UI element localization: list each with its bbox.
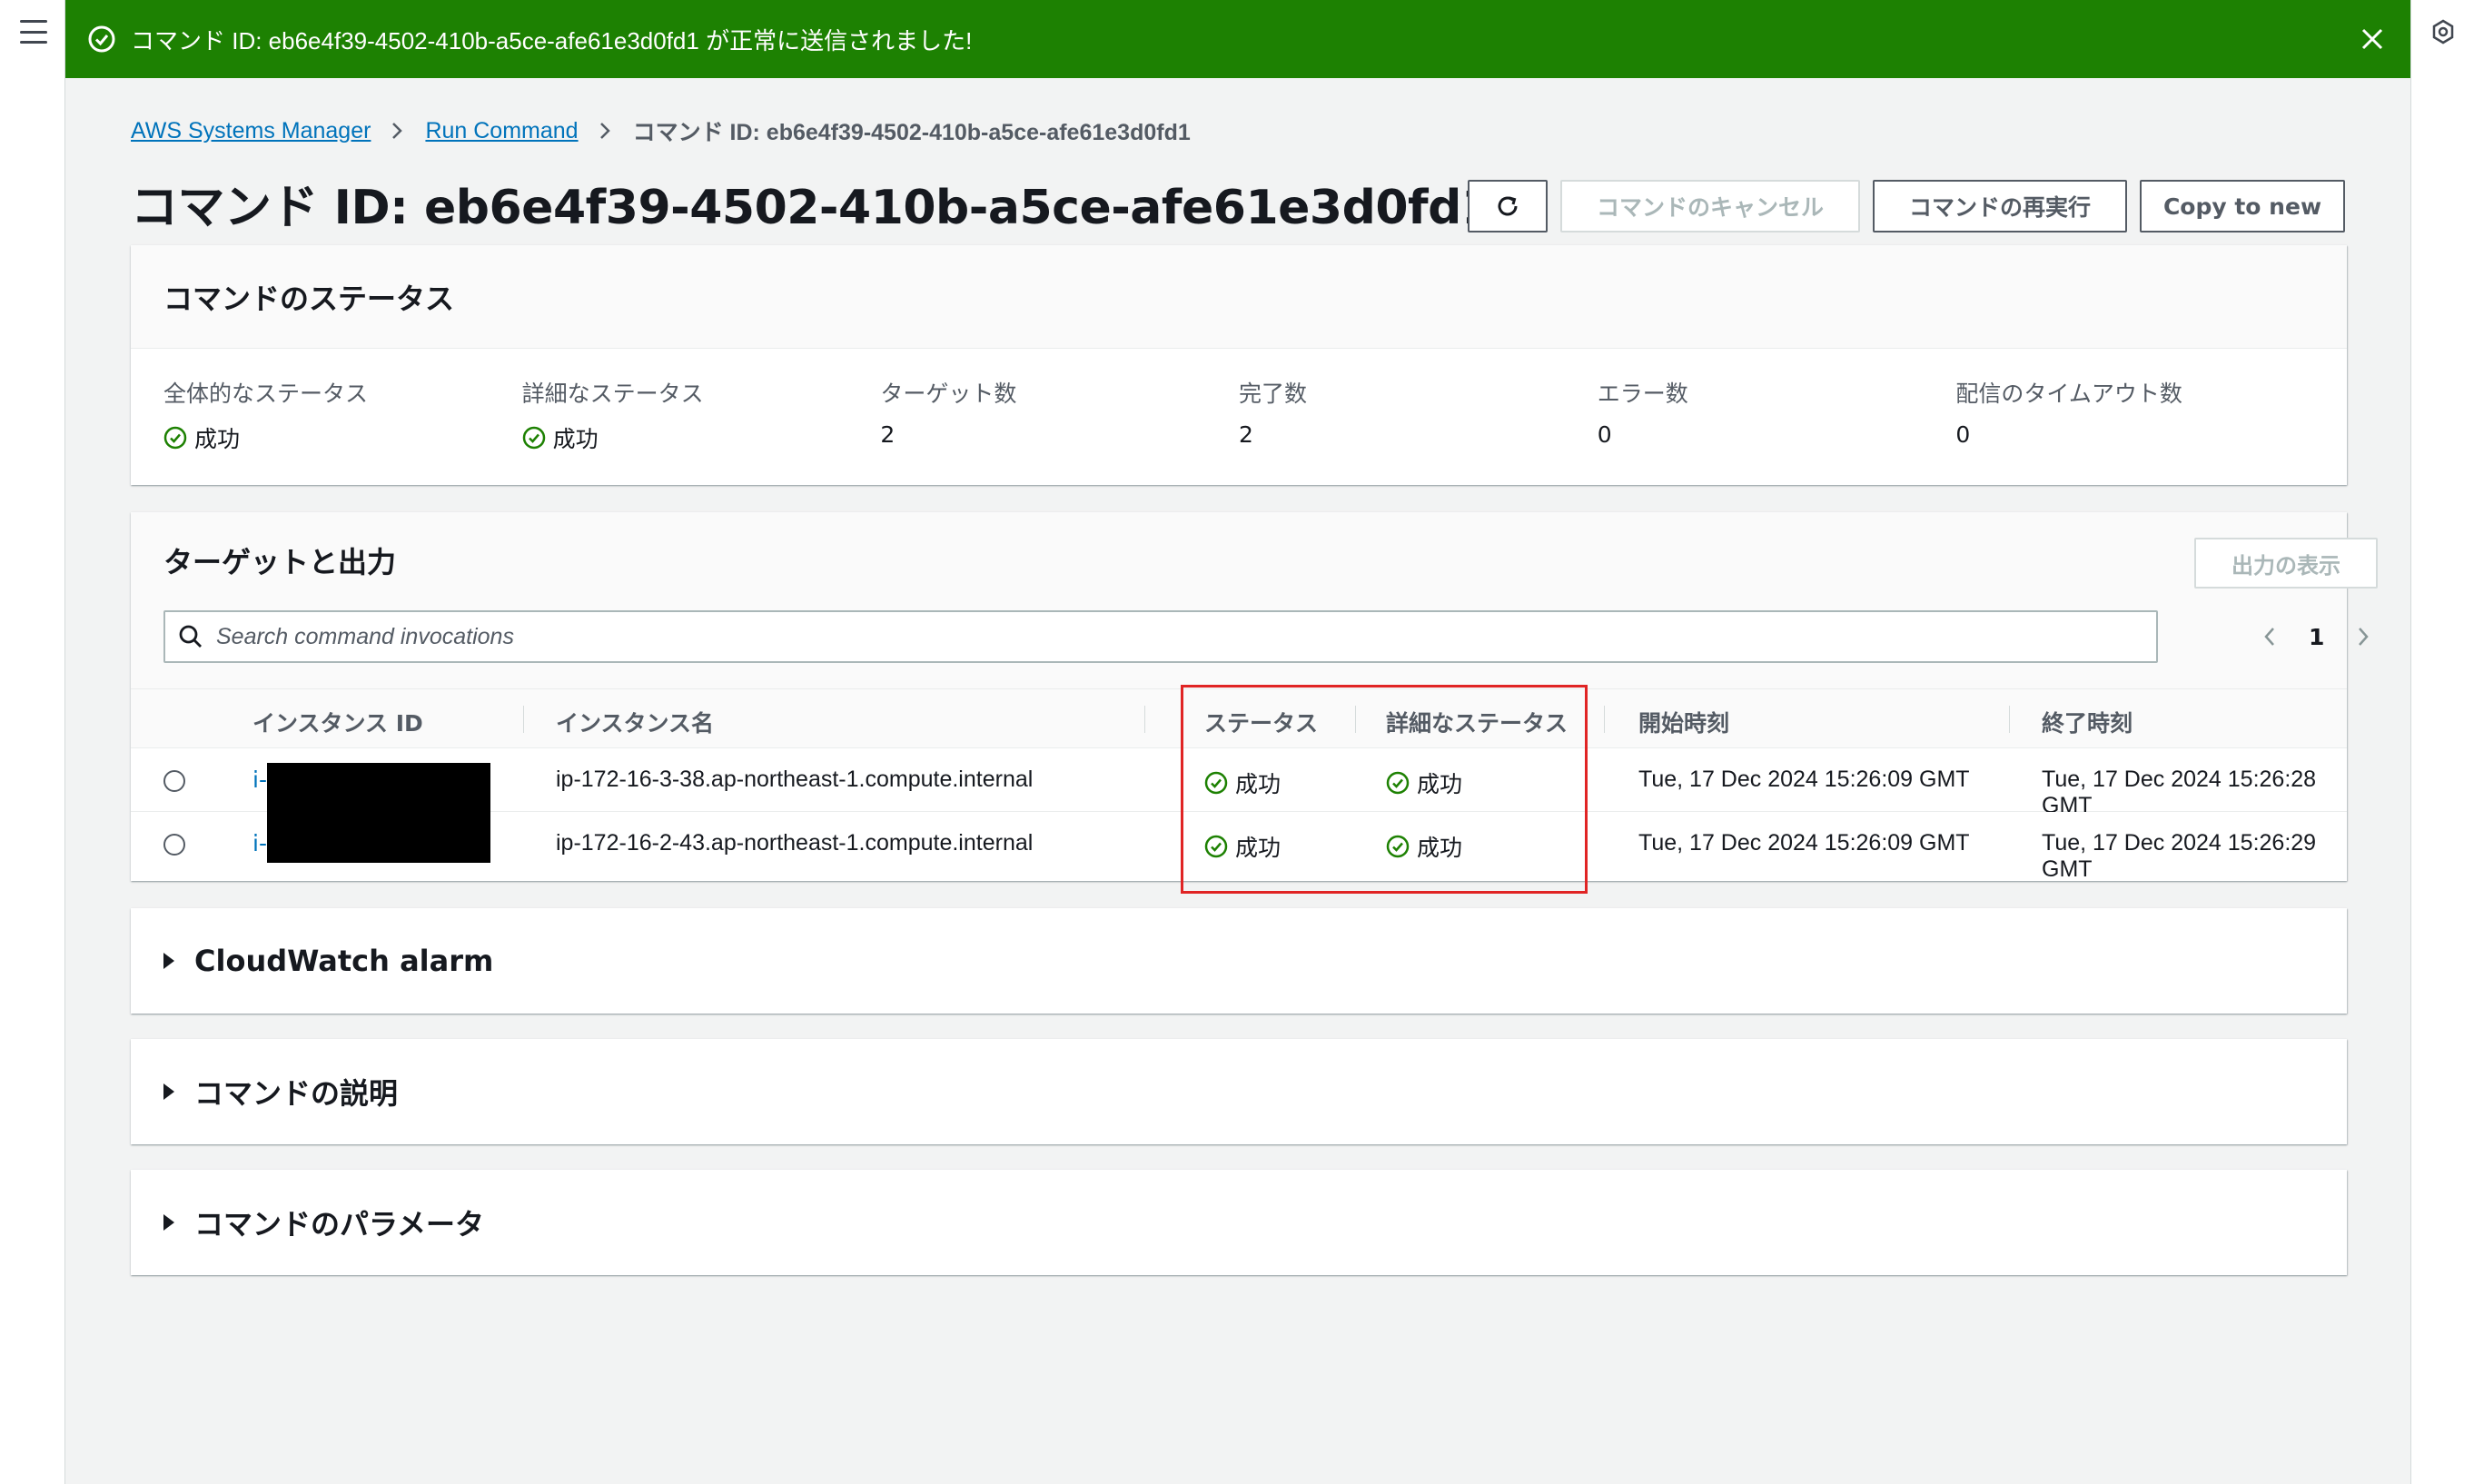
error-count-label: エラー数	[1597, 381, 1688, 407]
end-time: Tue, 17 Dec 2024 15:26:29 GMT	[2042, 830, 2317, 882]
column-divider	[1604, 706, 1605, 733]
flash-message: コマンド ID: eb6e4f39-4502-410b-a5ce-afe61e3…	[131, 26, 973, 54]
timeout-count-value: 0	[1955, 421, 1971, 448]
column-divider	[1355, 706, 1356, 733]
instance-id-link[interactable]: i-	[252, 830, 267, 856]
breadcrumb: AWS Systems Manager Run Command コマンド ID:…	[131, 113, 1191, 149]
overall-status-label: 全体的なステータス	[163, 381, 369, 407]
target-count-value: 2	[880, 421, 896, 448]
search-input[interactable]	[216, 623, 2143, 650]
view-output-button[interactable]: 出力の表示	[2194, 538, 2378, 589]
success-icon	[522, 426, 545, 450]
success-icon	[1204, 771, 1228, 795]
command-description-section[interactable]: コマンドの説明	[131, 1039, 2347, 1144]
row-select-radio[interactable]	[163, 834, 185, 856]
target-count: ターゲット数 2	[880, 376, 1239, 454]
column-divider	[2009, 706, 2010, 733]
timeout-count-label: 配信のタイムアウト数	[1955, 381, 2182, 407]
rerun-command-button[interactable]: コマンドの再実行	[1873, 180, 2127, 232]
copy-to-new-button[interactable]: Copy to new	[2140, 180, 2345, 232]
completed-count-label: 完了数	[1239, 381, 1308, 407]
command-parameters-label: コマンドのパラメータ	[194, 1207, 485, 1242]
command-status-panel: コマンドのステータス 全体的なステータス 成功 詳細なステータス 成功 ターゲッ…	[131, 245, 2347, 485]
chevron-right-icon	[599, 120, 613, 142]
breadcrumb-current: コマンド ID: eb6e4f39-4502-410b-a5ce-afe61e3…	[632, 120, 1191, 145]
menu-icon[interactable]	[20, 20, 47, 44]
breadcrumb-systems-manager[interactable]: AWS Systems Manager	[131, 118, 371, 144]
detailed-status-label: 詳細なステータス	[521, 381, 704, 407]
target-count-label: ターゲット数	[880, 381, 1017, 407]
column-status[interactable]: ステータス	[1204, 706, 1318, 738]
error-count-value: 0	[1597, 421, 1612, 448]
instance-name: ip-172-16-3-38.ap-northeast-1.compute.in…	[556, 767, 1034, 792]
overall-status-value: 成功	[163, 421, 522, 454]
next-page-icon[interactable]	[2350, 623, 2377, 650]
detailed-status: 詳細なステータス 成功	[522, 376, 881, 454]
completed-count: 完了数 2	[1239, 376, 1598, 454]
chevron-right-icon	[391, 120, 405, 142]
start-time: Tue, 17 Dec 2024 15:26:09 GMT	[1638, 767, 1970, 792]
row-detailed-status: 成功	[1386, 830, 1462, 863]
column-detailed-status[interactable]: 詳細なステータス	[1386, 706, 1568, 738]
column-divider	[523, 706, 524, 733]
page-title: コマンド ID: eb6e4f39-4502-410b-a5ce-afe61e3…	[131, 181, 1494, 235]
row-status: 成功	[1204, 767, 1281, 799]
left-rail	[0, 0, 65, 1484]
prev-page-icon[interactable]	[2256, 623, 2283, 650]
search-icon	[179, 625, 202, 648]
redaction-block	[267, 763, 490, 863]
targets-header-area: ターゲットと出力 出力の表示 1	[131, 512, 2378, 688]
error-count: エラー数 0	[1598, 376, 1956, 454]
completed-count-value: 2	[1239, 421, 1253, 448]
refresh-icon	[1498, 196, 1518, 216]
caret-right-icon	[163, 1083, 174, 1100]
success-icon	[1386, 771, 1410, 795]
row-detailed-status: 成功	[1386, 767, 1462, 799]
success-icon	[163, 426, 187, 450]
cancel-command-button[interactable]: コマンドのキャンセル	[1560, 180, 1860, 232]
timeout-count: 配信のタイムアウト数 0	[1955, 376, 2314, 454]
main-content: コマンド ID: eb6e4f39-4502-410b-a5ce-afe61e3…	[65, 0, 2410, 1484]
start-time: Tue, 17 Dec 2024 15:26:09 GMT	[1638, 830, 1970, 856]
overall-status: 全体的なステータス 成功	[163, 376, 522, 454]
cloudwatch-alarm-label: CloudWatch alarm	[194, 944, 494, 978]
breadcrumb-run-command[interactable]: Run Command	[425, 118, 578, 144]
search-box[interactable]	[163, 610, 2158, 663]
column-divider	[1144, 706, 1145, 733]
current-page[interactable]: 1	[2309, 624, 2324, 650]
command-parameters-section[interactable]: コマンドのパラメータ	[131, 1170, 2347, 1275]
cloudwatch-alarm-section[interactable]: CloudWatch alarm	[131, 908, 2347, 1014]
instance-id-link[interactable]: i-	[252, 767, 267, 793]
caret-right-icon	[163, 1214, 174, 1231]
row-status: 成功	[1204, 830, 1281, 863]
success-icon	[1204, 835, 1228, 858]
right-rail	[2410, 0, 2474, 1484]
column-end-time[interactable]: 終了時刻	[2042, 706, 2133, 738]
pagination: 1	[2256, 610, 2377, 663]
detailed-status-value: 成功	[522, 421, 881, 454]
instance-name: ip-172-16-2-43.ap-northeast-1.compute.in…	[556, 830, 1034, 856]
table-header: インスタンス ID インスタンス名 ステータス 詳細なステータス 開始時刻 終了…	[131, 688, 2347, 748]
settings-icon[interactable]	[2428, 16, 2459, 47]
caret-right-icon	[163, 953, 174, 969]
column-instance-id[interactable]: インスタンス ID	[252, 706, 423, 738]
column-instance-name[interactable]: インスタンス名	[556, 706, 714, 738]
success-icon	[88, 25, 115, 53]
command-description-label: コマンドの説明	[194, 1076, 399, 1111]
column-start-time[interactable]: 開始時刻	[1638, 706, 1729, 738]
success-icon	[1386, 835, 1410, 858]
refresh-button[interactable]	[1468, 180, 1548, 232]
close-icon[interactable]	[2356, 23, 2389, 55]
targets-title: ターゲットと出力	[163, 545, 397, 579]
success-flash-banner: コマンド ID: eb6e4f39-4502-410b-a5ce-afe61e3…	[65, 0, 2410, 78]
row-select-radio[interactable]	[163, 770, 185, 792]
command-status-header: コマンドのステータス	[131, 245, 2347, 349]
